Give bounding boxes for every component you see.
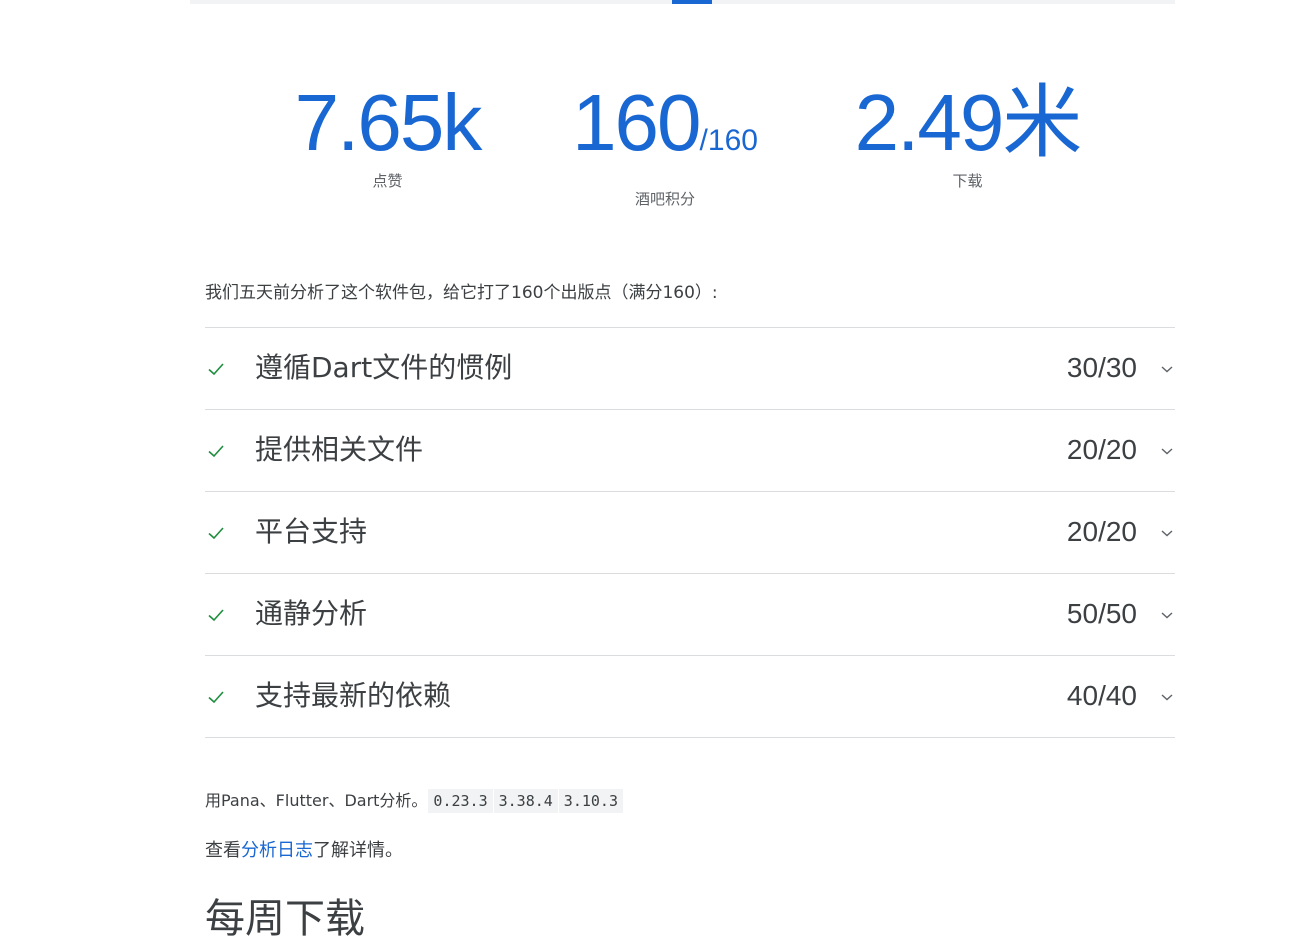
section-score: 20/20: [1066, 516, 1137, 547]
points-max: /160: [699, 124, 758, 157]
chevron-down-icon[interactable]: [1159, 361, 1175, 377]
weekly-downloads-heading: 每周下载: [205, 896, 365, 942]
section-title: 平台支持: [255, 515, 368, 548]
likes-label: 点赞: [372, 172, 403, 190]
section-score: 50/50: [1066, 598, 1137, 629]
points-label: 酒吧积分: [634, 190, 695, 208]
likes-value: 7.65k: [294, 78, 483, 167]
check-icon: [208, 445, 224, 458]
log-suffix: 了解详情。: [313, 840, 403, 861]
package-stats: 7.65k 点赞 160/160 酒吧积分 2.49米 下载: [0, 78, 1298, 208]
check-icon: [208, 527, 224, 540]
section-row[interactable]: 提供相关文件 20/20: [205, 410, 1175, 492]
points-number: 160: [572, 78, 701, 167]
stat-downloads: 2.49米 下载: [850, 78, 1085, 191]
downloads-label: 下载: [952, 172, 983, 190]
flutter-version: 3.38.4: [493, 789, 558, 813]
analyzed-with-text: 用Pana、Flutter、Dart分析。: [205, 791, 428, 810]
section-title: 提供相关文件: [255, 433, 424, 466]
stat-points: 160/160 酒吧积分: [560, 78, 770, 209]
section-title: 支持最新的依赖: [255, 679, 452, 712]
dart-version: 3.10.3: [558, 789, 623, 813]
downloads-value: 2.49米: [854, 78, 1083, 167]
chevron-down-icon[interactable]: [1159, 607, 1175, 623]
analysis-summary: 我们五天前分析了这个软件包，给它打了160个出版点（满分160）:: [205, 283, 718, 303]
chevron-down-icon[interactable]: [1159, 443, 1175, 459]
chevron-down-icon[interactable]: [1159, 525, 1175, 541]
section-score: 40/40: [1066, 680, 1137, 711]
chevron-down-icon[interactable]: [1159, 689, 1175, 705]
check-icon: [208, 609, 224, 622]
section-row[interactable]: 遵循Dart文件的惯例 30/30: [205, 328, 1175, 410]
points-value: 160/160: [560, 78, 770, 186]
section-score: 30/30: [1066, 352, 1137, 383]
active-tab-indicator: [672, 0, 712, 4]
analyzed-with: 用Pana、Flutter、Dart分析。 0.23.3 3.38.4 3.10.3: [205, 787, 623, 813]
check-icon: [208, 363, 224, 376]
section-row[interactable]: 平台支持 20/20: [205, 492, 1175, 574]
check-icon: [208, 691, 224, 704]
section-title: 遵循Dart文件的惯例: [255, 351, 513, 384]
score-sections: 遵循Dart文件的惯例 30/30 提供相关文件 20/20 平台支持 20/2…: [205, 327, 1175, 738]
log-prefix: 查看: [205, 840, 241, 861]
analysis-log-link[interactable]: 分析日志: [241, 840, 313, 861]
section-row[interactable]: 通静分析 50/50: [205, 574, 1175, 656]
analysis-log-line: 查看分析日志了解详情。: [205, 836, 403, 862]
pana-version: 0.23.3: [428, 789, 493, 813]
section-score: 20/20: [1066, 434, 1137, 465]
stat-likes: 7.65k 点赞: [290, 78, 485, 191]
section-row[interactable]: 支持最新的依赖 40/40: [205, 656, 1175, 738]
section-title: 通静分析: [255, 597, 368, 630]
